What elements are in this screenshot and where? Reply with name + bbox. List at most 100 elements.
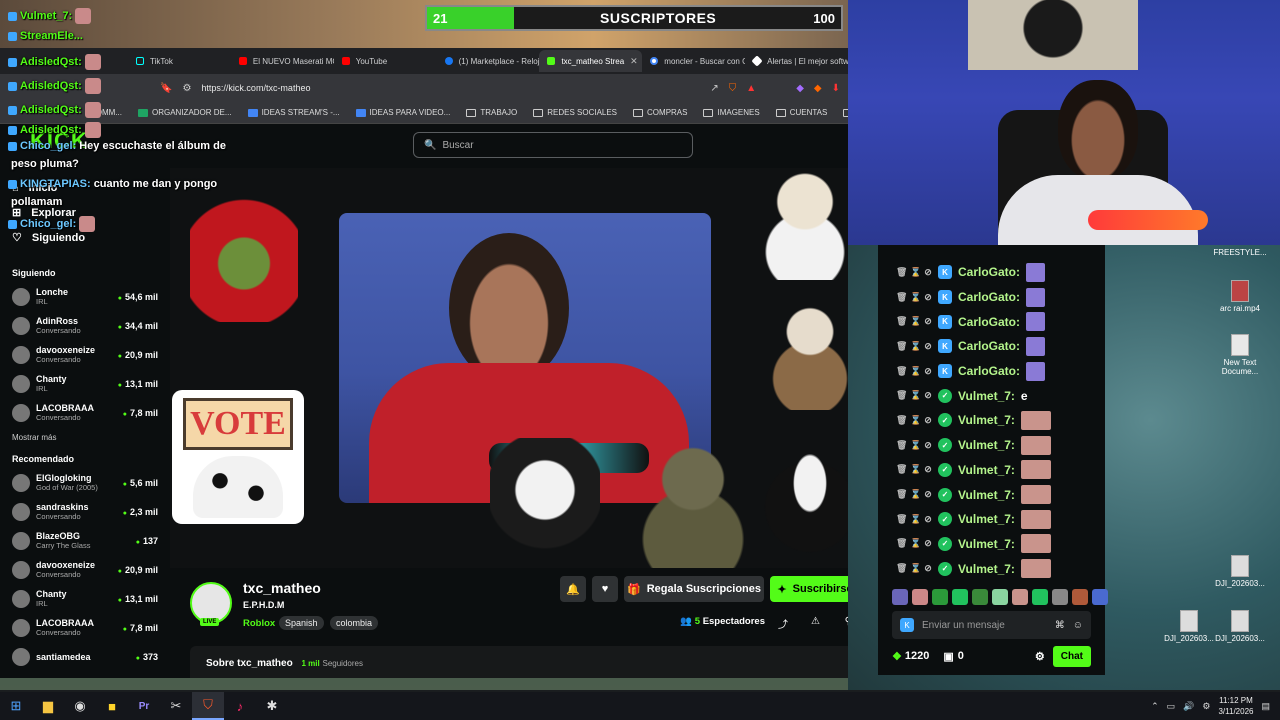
notifications-button[interactable]: 🔔 [560, 576, 586, 602]
delete-icon[interactable]: 🗑 [896, 538, 907, 549]
commands-icon[interactable]: ⌘ [1055, 620, 1065, 631]
ban-icon[interactable]: ⊘ [924, 538, 932, 549]
chat-settings-icon[interactable]: ⚙ [1035, 650, 1045, 663]
gift-subs-button[interactable]: 🎁 Regala Suscripciones [624, 576, 764, 602]
emote-5[interactable] [972, 589, 988, 605]
channel-row[interactable]: sandraskinsConversando2,3 mil [0, 497, 170, 526]
emoji-icon[interactable]: ☺ [1073, 620, 1083, 631]
desktop-icon-text-document[interactable]: New Text Docume... [1205, 334, 1275, 376]
tab-alertas[interactable]: Alertas | El mejor software [745, 50, 848, 72]
chat-username[interactable]: Vulmet_7: [958, 413, 1015, 427]
show-more-link[interactable]: Mostrar más [0, 427, 170, 448]
delete-icon[interactable]: 🗑 [896, 341, 907, 352]
channel-row[interactable]: davooxeneizeConversando20,9 mil [0, 555, 170, 584]
search-input[interactable]: 🔍 Buscar [413, 132, 693, 158]
channel-name[interactable]: txc_matheo [243, 580, 321, 596]
brave-shield-icon[interactable]: ⛉ [729, 83, 737, 94]
ban-icon[interactable]: ⊘ [924, 489, 932, 500]
channel-row[interactable]: santiamedea 373 [0, 642, 170, 671]
bookmark-imagenes[interactable]: IMAGENES [703, 108, 760, 117]
share-icon[interactable]: ⤴ [778, 616, 788, 631]
chat-username[interactable]: CarloGato: [958, 290, 1020, 304]
ban-icon[interactable]: ⊘ [924, 390, 932, 401]
stream-category[interactable]: Roblox [243, 618, 275, 629]
emote-11[interactable] [1092, 589, 1108, 605]
timeout-icon[interactable]: ⌛ [910, 292, 921, 303]
report-icon[interactable]: ⚠ [811, 616, 820, 627]
bookmark-organizador[interactable]: ORGANIZADOR DE... [138, 108, 232, 117]
stream-video-player[interactable]: VOTE [170, 168, 848, 568]
ban-icon[interactable]: ⊘ [924, 464, 932, 475]
drops-count[interactable]: 0 [958, 650, 964, 662]
desktop-icon-video[interactable]: arc rai.mp4 [1205, 280, 1275, 313]
tab-maserati[interactable]: El NUEVO Maserati MC2... [231, 50, 334, 72]
timeout-icon[interactable]: ⌛ [910, 563, 921, 574]
timeout-icon[interactable]: ⌛ [910, 538, 921, 549]
delete-icon[interactable]: 🗑 [896, 563, 907, 574]
capcut-icon[interactable]: ✂ [160, 692, 192, 720]
chat-username[interactable]: CarloGato: [958, 265, 1020, 279]
extension-icon[interactable]: ◆ [796, 83, 804, 94]
delete-icon[interactable]: 🗑 [896, 464, 907, 475]
bookmark-compras[interactable]: COMPRAS [633, 108, 687, 117]
bookmark-cuentas[interactable]: CUENTAS [775, 108, 827, 117]
download-icon[interactable]: ⬇ [832, 83, 840, 94]
chat-username[interactable]: CarloGato: [958, 364, 1020, 378]
ban-icon[interactable]: ⊘ [924, 415, 932, 426]
delete-icon[interactable]: 🗑 [896, 514, 907, 525]
emote-6[interactable] [992, 589, 1008, 605]
chat-username[interactable]: Vulmet_7: [958, 512, 1015, 526]
network-icon[interactable]: ▭ [1167, 701, 1176, 712]
emote-10[interactable] [1072, 589, 1088, 605]
timeout-icon[interactable]: ⌛ [910, 390, 921, 401]
emote-3[interactable] [932, 589, 948, 605]
tab-tiktok[interactable]: TikTok [128, 50, 231, 72]
timeout-icon[interactable]: ⌛ [910, 341, 921, 352]
delete-icon[interactable]: 🗑 [896, 440, 907, 451]
follow-button[interactable]: ♥ [592, 576, 618, 602]
channel-row[interactable]: ChantyIRL13,1 mil [0, 369, 170, 398]
ban-icon[interactable]: ⊘ [924, 292, 932, 303]
bookmark-ideas-stream[interactable]: IDEAS STREAM'S -... [247, 108, 340, 117]
extension-icon-2[interactable]: ◆ [814, 83, 822, 94]
obs-icon[interactable]: ◉ [64, 692, 96, 720]
chat-username[interactable]: Vulmet_7: [958, 488, 1015, 502]
chat-username[interactable]: Vulmet_7: [958, 537, 1015, 551]
channel-row[interactable]: LACOBRAAAConversando7,8 mil [0, 398, 170, 427]
emote-7[interactable] [1012, 589, 1028, 605]
delete-icon[interactable]: 🗑 [896, 366, 907, 377]
desktop-icon-dji-3[interactable]: DJI_202603... [1205, 610, 1275, 643]
channel-row[interactable]: ChantyIRL13,1 mil [0, 584, 170, 613]
channel-row[interactable]: LoncheIRL54,6 mil [0, 282, 170, 311]
rewards-icon[interactable]: ▲ [746, 83, 756, 94]
premiere-icon[interactable]: Pr [128, 692, 160, 720]
site-settings-icon[interactable]: ⚙ [182, 83, 191, 94]
tray-chevron-icon[interactable]: ⌃ [1151, 701, 1159, 712]
settings-tray-icon[interactable]: ⚙ [1202, 701, 1210, 712]
file-explorer-icon[interactable]: ▆ [32, 692, 64, 720]
delete-icon[interactable]: 🗑 [896, 390, 907, 401]
channel-row[interactable]: BlazeOBGCarry The Glass137 [0, 526, 170, 555]
timeout-icon[interactable]: ⌛ [910, 489, 921, 500]
tab-marketplace[interactable]: (1) Marketplace - Relojes [437, 50, 539, 72]
emote-4[interactable] [952, 589, 968, 605]
tag-colombia[interactable]: colombia [330, 616, 379, 630]
ban-icon[interactable]: ⊘ [924, 316, 932, 327]
streamlabs-icon[interactable]: ✱ [256, 692, 288, 720]
tag-spanish[interactable]: Spanish [279, 616, 324, 630]
clock[interactable]: 11:12 PM 3/11/2026 [1218, 695, 1253, 717]
close-tab-icon[interactable]: ✕ [630, 56, 638, 67]
delete-icon[interactable]: 🗑 [896, 415, 907, 426]
delete-icon[interactable]: 🗑 [896, 316, 907, 327]
bookmark-ideas-video[interactable]: IDEAS PARA VIDEO... [355, 108, 450, 117]
ban-icon[interactable]: ⊘ [924, 341, 932, 352]
ban-icon[interactable]: ⊘ [924, 267, 932, 278]
ban-icon[interactable]: ⊘ [924, 440, 932, 451]
channel-row[interactable]: LACOBRAAAConversando7,8 mil [0, 613, 170, 642]
delete-icon[interactable]: 🗑 [896, 489, 907, 500]
chat-username[interactable]: Vulmet_7: [958, 438, 1015, 452]
channel-row[interactable]: davooxeneizeConversando20,9 mil [0, 340, 170, 369]
emote-1[interactable] [892, 589, 908, 605]
sticky-notes-icon[interactable]: ■ [96, 692, 128, 720]
delete-icon[interactable]: 🗑 [896, 292, 907, 303]
